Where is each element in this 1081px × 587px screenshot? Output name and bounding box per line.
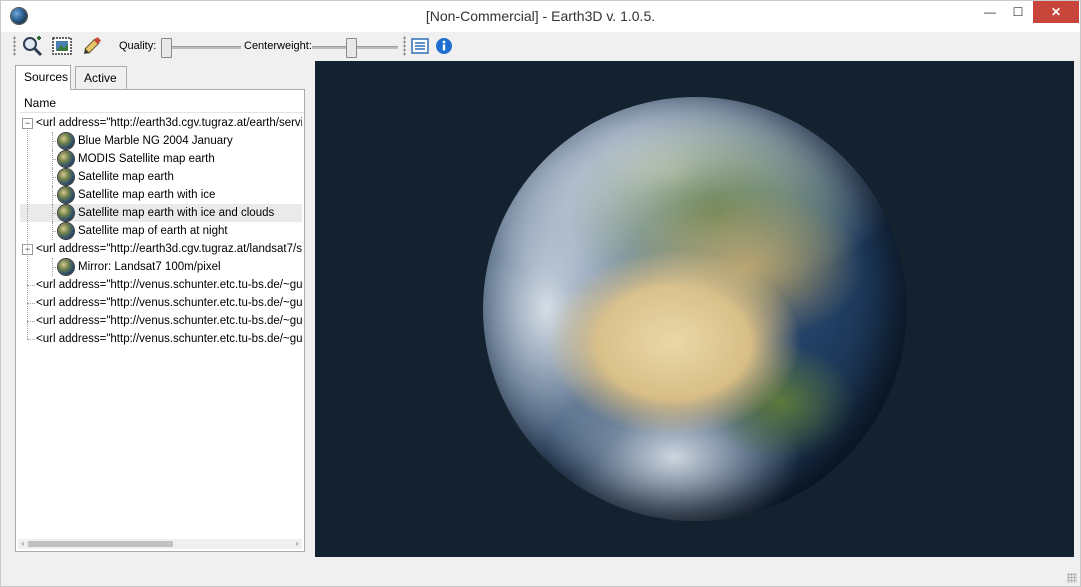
tab-active[interactable]: Active (75, 66, 127, 89)
tree-map-item[interactable]: Satellite map earth with ice and clouds (20, 204, 302, 222)
tree-node-label: Blue Marble NG 2004 January (78, 135, 233, 147)
globe-icon (58, 187, 74, 203)
info-icon[interactable] (433, 35, 455, 57)
scrollbar-thumb[interactable] (28, 541, 173, 547)
tree-url-node[interactable]: <url address="http://venus.schunter.etc.… (20, 330, 302, 348)
horizontal-scrollbar[interactable]: ‹ › (18, 539, 302, 549)
globe-icon (58, 223, 74, 239)
tree-url-node[interactable]: <url address="http://venus.schunter.etc.… (20, 276, 302, 294)
globe-icon (58, 205, 74, 221)
title-bar: [Non-Commercial] - Earth3D v. 1.0.5. — ☐… (1, 1, 1080, 32)
tree-node-label: MODIS Satellite map earth (78, 153, 215, 165)
tree-map-item[interactable]: Satellite map earth with ice (20, 186, 302, 204)
scroll-left-arrow[interactable]: ‹ (18, 539, 28, 549)
app-window: [Non-Commercial] - Earth3D v. 1.0.5. — ☐… (0, 0, 1081, 587)
tree-node-label: Satellite map earth with ice and clouds (78, 207, 275, 219)
sources-tree[interactable]: − <url address="http://earth3d.cgv.tugraz… (20, 114, 302, 538)
earth-viewport[interactable] (315, 61, 1074, 557)
toolbar-separator (403, 36, 406, 56)
toolbar-grip[interactable] (13, 36, 16, 56)
quality-slider[interactable] (161, 37, 241, 58)
tree-connector-line (27, 285, 35, 286)
tree-column-header[interactable]: Name (20, 94, 304, 113)
quality-slider-track (161, 46, 241, 49)
resize-grip[interactable] (1067, 573, 1077, 583)
tree-map-item[interactable]: Mirror: Landsat7 100m/pixel (20, 258, 302, 276)
tree-node-label: <url address="http://venus.schunter.etc.… (36, 279, 302, 291)
tree-node-label: <url address="http://venus.schunter.etc.… (36, 333, 302, 345)
tree-connector-line (27, 303, 35, 304)
scroll-right-arrow[interactable]: › (292, 539, 302, 549)
tree-node-label: <url address="http://earth3d.cgv.tugraz.… (36, 117, 302, 129)
tree-url-node[interactable]: − <url address="http://earth3d.cgv.tugraz… (20, 240, 302, 258)
globe-icon (58, 259, 74, 275)
tree-node-label: Satellite map earth (78, 171, 174, 183)
minimize-button[interactable]: — (977, 1, 1003, 23)
centerweight-label: Centerweight: (244, 40, 312, 52)
quality-label: Quality: (119, 40, 157, 52)
quality-slider-thumb[interactable] (161, 38, 172, 58)
window-title: [Non-Commercial] - Earth3D v. 1.0.5. (425, 8, 656, 24)
pencil-tool-icon[interactable] (81, 35, 103, 57)
tree-node-label: <url address="http://venus.schunter.etc.… (36, 297, 302, 309)
tree-node-label: Satellite map earth with ice (78, 189, 216, 201)
maximize-button[interactable]: ☐ (1005, 1, 1031, 23)
globe-icon (58, 151, 74, 167)
globe-icon (58, 133, 74, 149)
tree-map-item[interactable]: Blue Marble NG 2004 January (20, 132, 302, 150)
tree-node-label: <url address="http://earth3d.cgv.tugraz.… (36, 243, 302, 255)
tree-url-node[interactable]: <url address="http://venus.schunter.etc.… (20, 312, 302, 330)
zoom-tool-icon[interactable] (21, 35, 43, 57)
tree-map-item[interactable]: Satellite map earth (20, 168, 302, 186)
tree-url-node[interactable]: − <url address="http://earth3d.cgv.tugraz… (20, 114, 302, 132)
centerweight-slider-thumb[interactable] (346, 38, 357, 58)
tree-map-item[interactable]: Satellite map of earth at night (20, 222, 302, 240)
tab-sources[interactable]: Sources (15, 65, 71, 90)
tree-root-connector (27, 128, 28, 339)
centerweight-slider[interactable] (312, 37, 398, 58)
toolbar: Quality: Centerweight: (1, 32, 1080, 60)
tree-map-item[interactable]: MODIS Satellite map earth (20, 150, 302, 168)
tree-connector-line (27, 339, 35, 340)
tree-node-label: Mirror: Landsat7 100m/pixel (78, 261, 221, 273)
image-tool-icon[interactable] (51, 35, 73, 57)
globe-highlight (483, 97, 907, 521)
tree-node-label: Satellite map of earth at night (78, 225, 228, 237)
tree-url-node[interactable]: <url address="http://venus.schunter.etc.… (20, 294, 302, 312)
close-button[interactable]: ✕ (1033, 1, 1079, 23)
tree-connector-line (27, 321, 35, 322)
globe-icon (58, 169, 74, 185)
sources-panel: Name − <url address="http://earth3d.cgv.t… (15, 89, 305, 552)
list-icon[interactable] (409, 35, 431, 57)
tree-node-label: <url address="http://venus.schunter.etc.… (36, 315, 302, 327)
